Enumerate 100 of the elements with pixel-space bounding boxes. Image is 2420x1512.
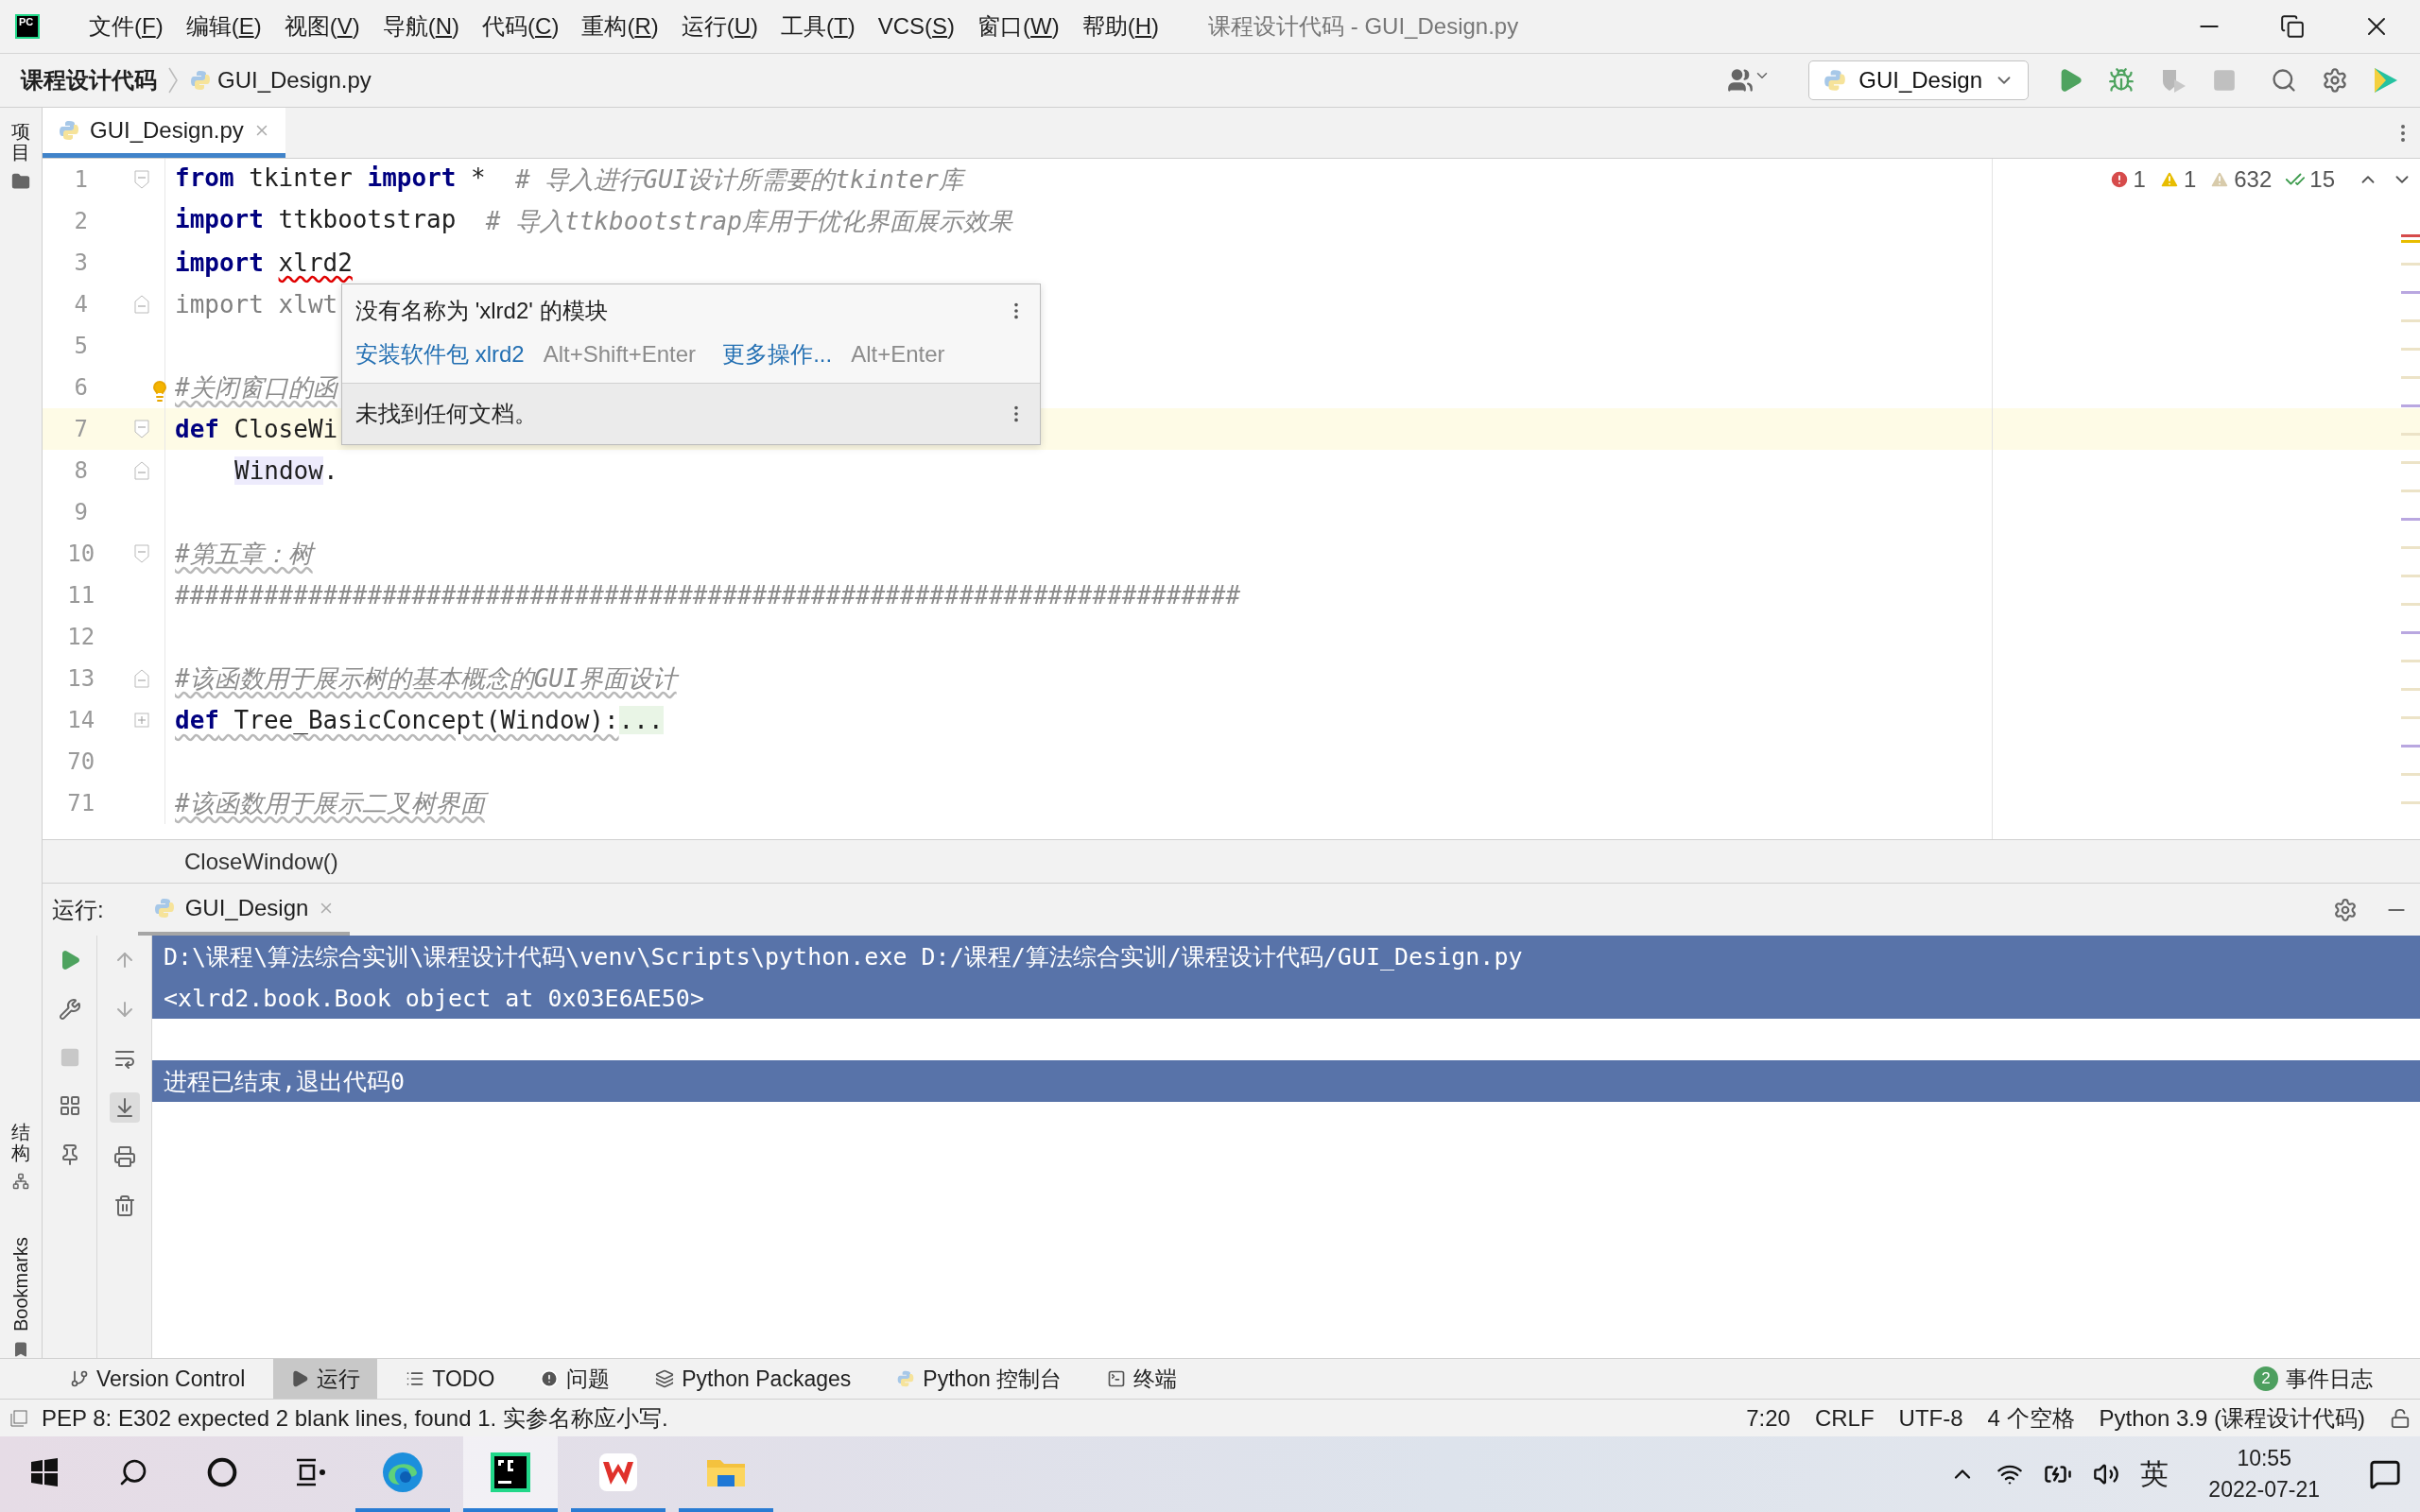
bookmark-icon[interactable] — [12, 1341, 29, 1358]
line-number: 3 — [73, 249, 89, 276]
breadcrumb-item[interactable]: CloseWindow() — [184, 848, 338, 875]
status-item[interactable]: Python 3.9 (课程设计代码) — [2099, 1402, 2365, 1434]
quick-fix-link[interactable]: 安装软件包 xlrd2 — [355, 339, 525, 369]
menu-item[interactable]: 视图(V) — [272, 11, 372, 42]
trash-icon[interactable] — [112, 1194, 136, 1217]
event-count-badge: 2 — [2254, 1366, 2278, 1391]
input-method-indicator[interactable]: 英 — [2140, 1454, 2169, 1494]
tool-window-tab[interactable]: Python 控制台 — [879, 1359, 1080, 1399]
line-number: 70 — [66, 748, 96, 775]
notification-icon[interactable] — [2369, 1458, 2401, 1490]
typo-count[interactable]: 15 — [2309, 166, 2335, 193]
run-panel-label: 运行: — [52, 895, 104, 924]
quick-fix-link[interactable]: 更多操作... — [722, 339, 833, 369]
circle-icon[interactable] — [207, 1457, 237, 1487]
line-number: 5 — [73, 333, 89, 359]
settings-icon[interactable] — [2333, 897, 2358, 922]
print-icon[interactable] — [112, 1145, 136, 1168]
folder-icon[interactable] — [11, 172, 30, 191]
layout-icon[interactable] — [58, 1094, 81, 1117]
tool-window-tab[interactable]: 运行 — [273, 1359, 378, 1399]
window-title: 课程设计代码 - GUI_Design.py — [1208, 12, 1519, 41]
code-line: def CloseWi — [174, 415, 338, 443]
code-line: def Tree_BasicConcept(Window):... — [174, 706, 664, 734]
line-number: 13 — [66, 665, 96, 692]
breadcrumb-item[interactable]: GUI_Design.py — [217, 67, 372, 94]
python-file-icon — [1823, 68, 1848, 93]
debug-icon[interactable] — [2108, 67, 2135, 94]
python-file-icon — [896, 1369, 916, 1388]
branch-icon — [70, 1369, 89, 1388]
python-file-icon — [58, 119, 80, 142]
line-number: 12 — [66, 624, 96, 650]
tool-window-tab[interactable]: 终端 — [1090, 1359, 1195, 1399]
menu-item[interactable]: 导航(N) — [371, 11, 472, 42]
task-view-icon[interactable] — [295, 1457, 327, 1487]
error-count[interactable]: 1 — [2133, 166, 2146, 193]
bookmarks-tool-label[interactable]: Bookmarks — [9, 1236, 32, 1332]
shortcut-hint: Alt+Enter — [851, 341, 945, 368]
chevron-icon — [166, 66, 180, 94]
tool-window-tab[interactable]: Python Packages — [638, 1359, 869, 1399]
line-number: 7 — [73, 416, 89, 442]
line-number: 11 — [66, 582, 96, 609]
tool-window-tab[interactable]: Version Control — [53, 1359, 263, 1399]
shortcut-hint: Alt+Shift+Enter — [543, 341, 697, 368]
menu-item[interactable]: VCS(S) — [866, 13, 967, 40]
alert-icon — [540, 1369, 560, 1388]
popup-message: 没有名称为 'xlrd2' 的模块 — [355, 297, 608, 325]
documentation-text: 未找到任何文档。 — [355, 400, 537, 428]
status-item[interactable]: UTF-8 — [1898, 1404, 1963, 1432]
breadcrumb-item[interactable]: 课程设计代码 — [21, 65, 157, 95]
wps-icon — [596, 1451, 640, 1494]
warning-count[interactable]: 1 — [2183, 166, 2197, 193]
list-icon — [406, 1369, 425, 1388]
pycharm-icon — [489, 1451, 532, 1494]
menu-item[interactable]: 代码(C) — [471, 11, 571, 42]
code-line: ######################################################################## — [174, 581, 1241, 610]
menu-item[interactable]: 文件(F) — [78, 11, 175, 42]
users-icon[interactable] — [1727, 67, 1754, 94]
code-line: import xlrd2 — [174, 249, 353, 277]
unlock-icon[interactable] — [2390, 1407, 2411, 1429]
line-number: 6 — [73, 374, 89, 401]
line-number: 1 — [73, 166, 89, 193]
line-number: 71 — [66, 790, 96, 816]
edge-icon — [381, 1451, 424, 1494]
play-icon — [290, 1369, 310, 1388]
structure-icon[interactable] — [12, 1172, 29, 1190]
event-log-label[interactable]: 事件日志 — [2286, 1364, 2373, 1394]
code-line: import xlwt — [174, 290, 338, 318]
status-item[interactable]: 4 个空格 — [1987, 1402, 2075, 1434]
line-number: 9 — [73, 499, 89, 525]
search-icon[interactable] — [118, 1457, 148, 1487]
status-item[interactable]: 7:20 — [1746, 1404, 1790, 1432]
windows-start-icon[interactable] — [29, 1457, 60, 1487]
run-config-dropdown[interactable]: GUI_Design — [1808, 60, 2029, 100]
status-message: PEP 8: E302 expected 2 blank lines, found 1. 实参名称应小写. — [42, 1403, 668, 1433]
menu-item[interactable]: 帮助(H) — [1070, 11, 1171, 42]
python-file-icon — [152, 896, 176, 919]
tool-window-tab[interactable]: 问题 — [523, 1359, 628, 1399]
structure-tool-label[interactable]: 结构 — [11, 1121, 30, 1163]
menu-item[interactable]: 重构(R) — [570, 11, 670, 42]
clock-date[interactable]: 2022-07-21 — [2208, 1477, 2320, 1503]
menu-item[interactable]: 运行(U) — [669, 11, 770, 42]
status-item[interactable]: CRLF — [1814, 1404, 1875, 1432]
line-number: 10 — [66, 541, 96, 567]
menu-item[interactable]: 编辑(E) — [174, 11, 273, 42]
menu-item[interactable]: 窗口(W) — [966, 11, 1071, 42]
wrench-icon[interactable] — [58, 998, 81, 1021]
menu-item[interactable]: 工具(T) — [769, 11, 867, 42]
error-icon[interactable] — [2108, 169, 2130, 190]
settings-icon[interactable] — [2322, 67, 2348, 94]
tool-window-tab[interactable]: TODO — [389, 1359, 512, 1399]
clock-time[interactable]: 10:55 — [2237, 1446, 2291, 1471]
restore-icon[interactable] — [2280, 14, 2305, 39]
line-number: 14 — [66, 707, 96, 733]
weak-warning-count[interactable]: 632 — [2234, 166, 2273, 193]
project-tool-label[interactable]: 项目 — [11, 121, 30, 163]
panel-toggle-icon[interactable] — [9, 1408, 28, 1428]
file-tab[interactable]: GUI_Design.py — [43, 108, 285, 158]
code-line: import ttkbootstrap # 导入ttkbootstrap库用于优化界面展示效果 — [174, 204, 1012, 237]
